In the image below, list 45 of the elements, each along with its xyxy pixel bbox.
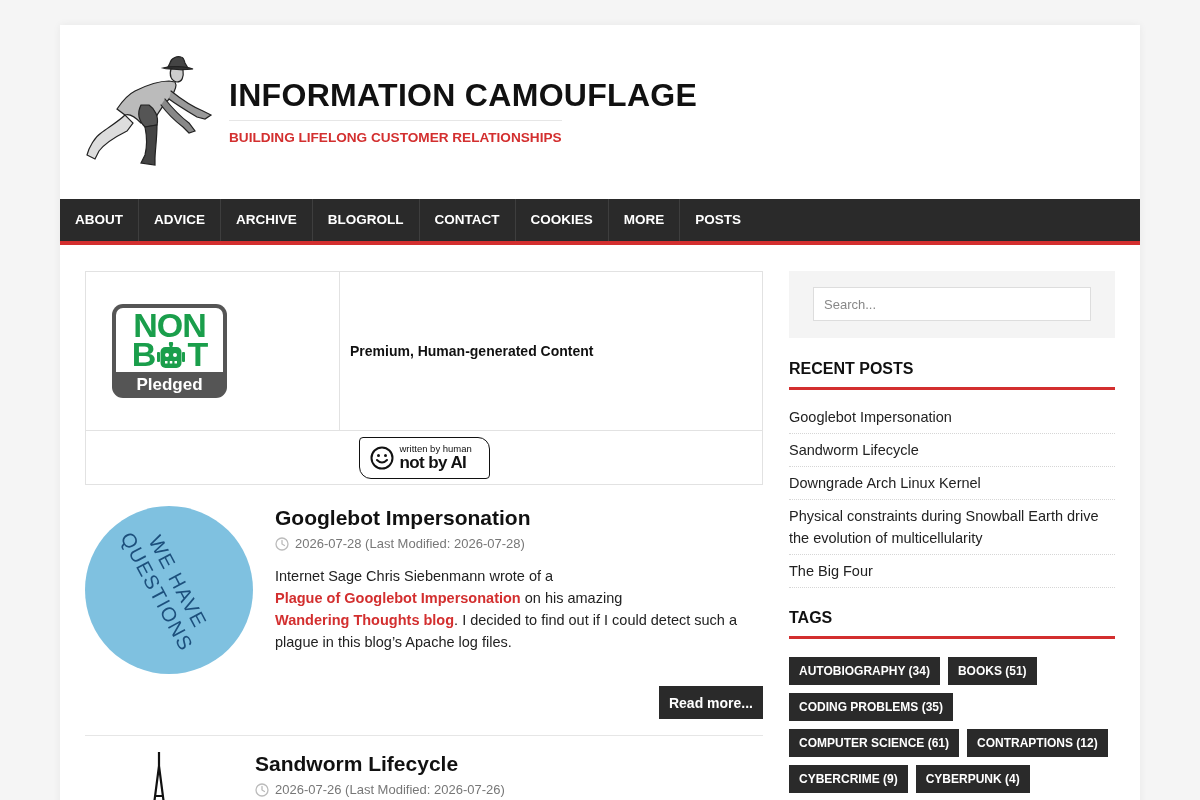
badge-text: NON	[133, 311, 206, 340]
excerpt-link[interactable]: Plague of Googlebot Impersonation	[275, 590, 521, 606]
smiley-icon	[369, 445, 394, 470]
clock-icon	[275, 537, 289, 551]
widget-heading: TAGS	[789, 608, 1115, 639]
badge-caption: Pledged	[135, 374, 204, 396]
widget-heading: RECENT POSTS	[789, 359, 1115, 390]
tag-link[interactable]: CYBERPUNK (4)	[915, 765, 1030, 793]
nav-link[interactable]: MORE	[608, 199, 681, 241]
tag-link[interactable]: AUTOBIOGRAPHY (34)	[789, 657, 940, 685]
tag-link[interactable]: BOOKS (51)	[947, 657, 1037, 685]
recent-post-link[interactable]: Downgrade Arch Linux Kernel	[789, 472, 1115, 494]
excerpt-link[interactable]: Wandering Thoughts blog	[275, 612, 455, 628]
nav-link[interactable]: CONTACT	[419, 199, 516, 241]
pledge-statement: Premium, Human-generated Content	[350, 343, 594, 359]
recent-post-link[interactable]: The Big Four	[789, 560, 1115, 582]
site-title[interactable]: INFORMATION CAMOUFLAGE	[229, 76, 698, 114]
nav-link[interactable]: ARCHIVE	[221, 199, 313, 241]
nav-link[interactable]: ABOUT	[60, 199, 139, 241]
badge-text: T	[187, 340, 208, 369]
read-more-button[interactable]: Read more...	[658, 686, 763, 719]
nav-link[interactable]: COOKIES	[515, 199, 609, 241]
post-date: 2026-07-28 (Last Modified: 2026-07-28)	[295, 535, 525, 553]
tag-link[interactable]: CYBERCRIME (9)	[789, 765, 908, 793]
site-tagline: BUILDING LIFELONG CUSTOMER RELATIONSHIPS	[229, 120, 562, 147]
not-by-ai-badge[interactable]: written by human not by AI	[358, 436, 490, 479]
nav-link[interactable]: BLOGROLL	[312, 199, 420, 241]
tag-link[interactable]: CODING PROBLEMS (35)	[789, 693, 953, 721]
post-title[interactable]: Sandworm Lifecycle	[255, 752, 763, 776]
tag-link[interactable]: COMPUTER SCIENCE (61)	[789, 729, 960, 757]
post-date: 2026-07-26 (Last Modified: 2026-07-26)	[275, 781, 505, 799]
badge-text: written by human	[399, 443, 472, 454]
post-title[interactable]: Googlebot Impersonation	[275, 506, 763, 530]
recent-post-link[interactable]: Physical constraints during Snowball Earth drive the evolution of multicellularity	[789, 505, 1115, 549]
tag-link[interactable]: CONTRAPTIONS (12)	[967, 729, 1108, 757]
search-field[interactable]: Search...	[813, 287, 1091, 321]
post-excerpt: Internet Sage Chris Siebenmann wrote of a Plague of Googlebot Impersonation on his amazing Wandering Thoughts blog. I decided to find out if I could detect such a plague in this blog’s Apache log files.	[275, 567, 738, 652]
recent-post-link[interactable]: Googlebot Impersonation	[789, 406, 1115, 428]
recent-post-link[interactable]: Sandworm Lifecycle	[789, 439, 1115, 461]
nav-link[interactable]: POSTS	[680, 199, 757, 241]
nav-link[interactable]: ADVICE	[139, 199, 221, 241]
clock-icon	[255, 783, 269, 797]
badge-text: not by AI	[399, 454, 468, 472]
badge-text: B	[131, 340, 156, 369]
robot-icon	[157, 341, 186, 368]
